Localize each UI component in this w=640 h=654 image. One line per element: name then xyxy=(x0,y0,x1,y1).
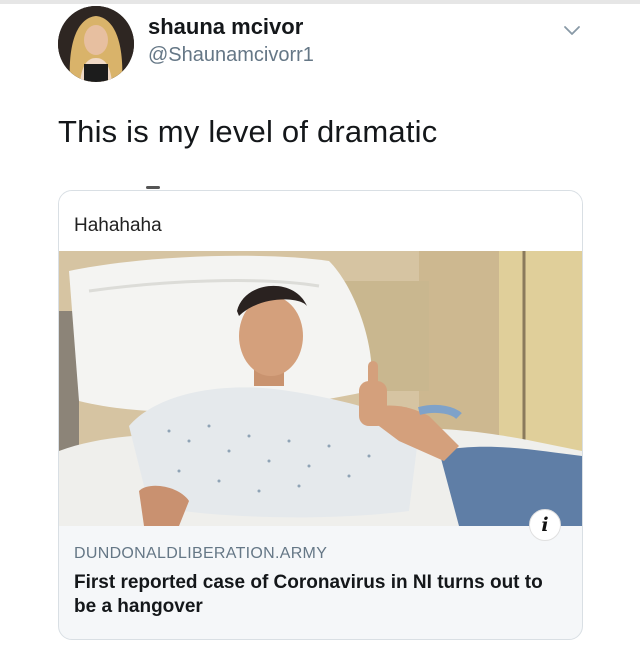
quoted-dash xyxy=(146,186,160,189)
info-icon[interactable]: i xyxy=(529,509,561,541)
card-header: Hahahaha xyxy=(59,191,582,251)
hospital-bed-photo xyxy=(59,251,582,526)
card-header-text: Hahahaha xyxy=(74,215,162,236)
profile-photo-icon xyxy=(58,6,134,82)
link-card[interactable]: Hahahaha i DUNDONALDLIBERATION.ARMY Firs… xyxy=(58,190,583,640)
chevron-down-icon[interactable] xyxy=(563,22,581,40)
tweet-text: This is my level of dramatic xyxy=(58,114,438,149)
card-image[interactable] xyxy=(59,251,582,526)
top-divider xyxy=(0,0,640,4)
avatar[interactable] xyxy=(58,6,134,82)
user-handle[interactable]: @Shaunamcivorr1 xyxy=(148,44,314,67)
card-domain[interactable]: DUNDONALDLIBERATION.ARMY xyxy=(74,545,327,563)
display-name[interactable]: shauna mcivor xyxy=(148,14,303,40)
card-title[interactable]: First reported case of Coronavirus in NI… xyxy=(74,571,569,619)
